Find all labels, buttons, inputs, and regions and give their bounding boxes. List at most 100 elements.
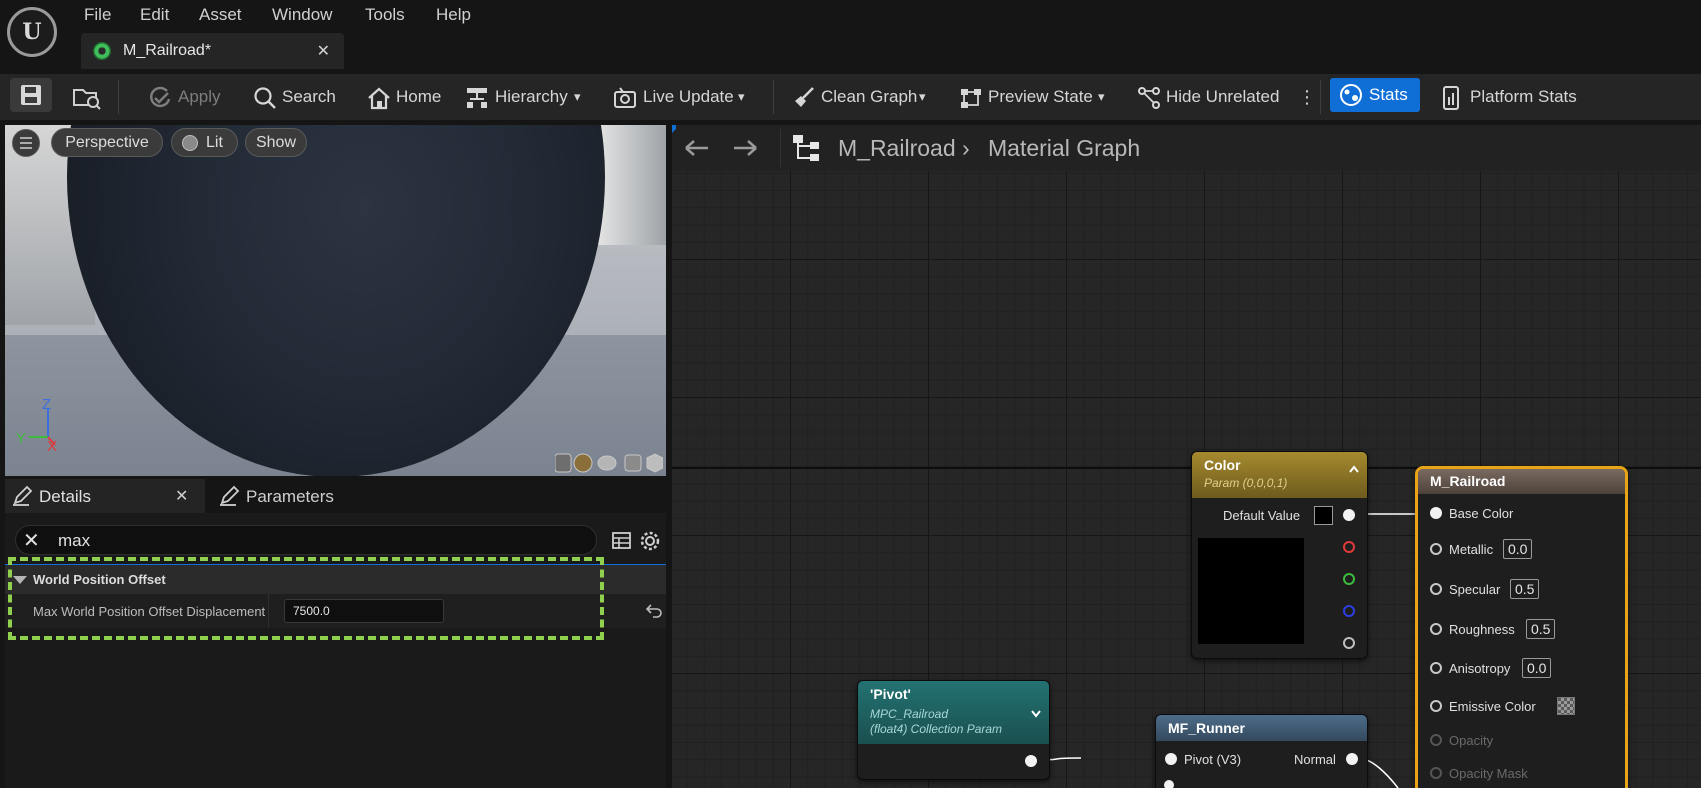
axis-z-label: Z (42, 396, 52, 413)
pin-roughness[interactable] (1430, 623, 1442, 635)
chevron-down-icon[interactable] (1029, 706, 1043, 720)
metallic-value[interactable]: 0.0 (1503, 539, 1533, 559)
pin-pivot-in[interactable] (1165, 753, 1177, 765)
preview-viewport[interactable]: Perspective Lit Show Z Y X (5, 125, 666, 476)
menu-window[interactable]: Window (272, 5, 332, 25)
document-tab-label: M_Railroad* (123, 42, 212, 59)
emissive-color-swatch[interactable] (1557, 697, 1575, 715)
pin-base-color[interactable] (1430, 507, 1442, 519)
color-node-subtitle: Param (0,0,0,1) (1204, 476, 1288, 490)
pin-g-out[interactable] (1343, 573, 1355, 585)
live-update-icon (614, 87, 636, 108)
toolbar-divider (118, 80, 119, 114)
pin-opacity-mask[interactable] (1430, 767, 1442, 779)
pin-specular[interactable] (1430, 583, 1442, 595)
pencil-icon (13, 485, 33, 506)
details-panel: ✕ max World Position Offset Max World Po… (5, 513, 666, 788)
menu-tools[interactable]: Tools (365, 5, 405, 25)
hide-unrelated-button[interactable]: Hide Unrelated (1136, 83, 1296, 111)
pivot-node-subtitle1: MPC_Railroad (870, 707, 949, 721)
menu-file[interactable]: File (84, 5, 111, 25)
more-vertical-icon: ⋮ (1298, 87, 1316, 107)
save-icon (21, 85, 41, 105)
stats-button[interactable]: Stats (1330, 78, 1420, 112)
platform-stats-button[interactable]: Platform Stats (1440, 83, 1620, 111)
menu-edit[interactable]: Edit (140, 5, 169, 25)
pin-a-out[interactable] (1343, 637, 1355, 649)
close-icon[interactable]: ✕ (175, 486, 188, 506)
toolbar-divider (1320, 80, 1321, 114)
pin-b-out[interactable] (1343, 605, 1355, 617)
details-search-input[interactable]: ✕ max (15, 525, 597, 555)
home-button[interactable]: Home (366, 83, 446, 111)
clean-graph-button[interactable]: Clean Graph ▾ (791, 83, 936, 111)
result-node-title: M_Railroad (1430, 473, 1506, 489)
pin-opacity[interactable] (1430, 734, 1442, 746)
hierarchy-label: Hierarchy (495, 87, 568, 106)
home-icon (368, 87, 390, 110)
browse-button[interactable] (72, 83, 102, 111)
live-update-button[interactable]: Live Update ▾ (612, 83, 757, 111)
apply-button[interactable]: Apply (147, 83, 237, 111)
save-button[interactable] (10, 78, 52, 112)
pin-emissive-color[interactable] (1430, 700, 1442, 712)
pin-opacity-label: Opacity (1449, 733, 1494, 748)
more-options-button[interactable]: ⋮ (1296, 83, 1316, 111)
tab-details[interactable]: Details ✕ (5, 479, 205, 513)
preview-state-label: Preview State (988, 87, 1093, 106)
unreal-logo-glyph: U (22, 19, 42, 45)
color-param-node[interactable]: Color Param (0,0,0,1) Default Value (1191, 451, 1368, 659)
close-icon[interactable]: ✕ (317, 41, 330, 61)
unreal-logo[interactable]: U (7, 7, 57, 57)
specular-value[interactable]: 0.5 (1510, 579, 1540, 599)
menu-bar: U File Edit Asset Window Tools Help M_Ra… (0, 0, 1701, 74)
tab-parameters-label: Parameters (246, 487, 334, 506)
pin-r-out[interactable] (1343, 541, 1355, 553)
tab-parameters[interactable]: Parameters (212, 479, 412, 513)
menu-asset[interactable]: Asset (199, 5, 242, 25)
hierarchy-button[interactable]: Hierarchy ▾ (464, 83, 594, 111)
axis-y-label: Y (16, 430, 27, 447)
pin-metallic[interactable] (1430, 543, 1442, 555)
lit-sphere-icon (182, 135, 198, 151)
max-wpo-displacement-input[interactable] (284, 599, 444, 623)
chevron-down-icon: ▾ (919, 89, 926, 104)
search-icon (254, 87, 276, 109)
preview-shape-buttons[interactable] (555, 452, 663, 474)
gear-icon[interactable] (639, 530, 661, 552)
pin-normal-out[interactable] (1346, 753, 1358, 765)
section-world-position-offset[interactable]: World Position Offset (5, 564, 666, 594)
show-button[interactable]: Show (245, 128, 307, 157)
material-result-node[interactable]: M_Railroad Base Color Metallic 0.0 Specu… (1415, 466, 1628, 788)
menu-help[interactable]: Help (436, 5, 471, 25)
pin-partial-in[interactable] (1164, 780, 1174, 788)
material-graph[interactable]: M_Railroad › Material Graph Color Param … (672, 125, 1701, 788)
pivot-collection-param-node[interactable]: 'Pivot' MPC_Railroad (float4) Collection… (857, 680, 1050, 780)
pin-roughness-label: Roughness (1449, 622, 1515, 637)
perspective-button[interactable]: Perspective (51, 128, 163, 157)
reset-to-default-icon[interactable] (645, 601, 663, 619)
platform-stats-label: Platform Stats (1470, 87, 1577, 106)
document-tab[interactable]: M_Railroad* ✕ (81, 33, 344, 69)
chevron-down-icon: ▾ (738, 89, 745, 104)
table-view-icon[interactable] (611, 530, 633, 552)
search-button[interactable]: Search (252, 83, 342, 111)
pin-pivot-out[interactable] (1025, 755, 1037, 767)
pin-anisotropy[interactable] (1430, 662, 1442, 674)
stats-label: Stats (1369, 85, 1408, 104)
hamburger-icon (20, 137, 32, 149)
pin-anisotropy-label: Anisotropy (1449, 661, 1511, 676)
pin-base-color-label: Base Color (1449, 506, 1514, 521)
section-title: World Position Offset (33, 572, 166, 587)
mf-runner-node[interactable]: MF_Runner Pivot (V3) Normal (1155, 714, 1368, 788)
anisotropy-value[interactable]: 0.0 (1522, 658, 1552, 678)
lit-button[interactable]: Lit (171, 128, 238, 157)
roughness-value[interactable]: 0.5 (1526, 619, 1556, 639)
clear-search-icon[interactable]: ✕ (23, 528, 40, 553)
pin-rgb-out[interactable] (1343, 509, 1355, 521)
default-value-swatch[interactable] (1314, 506, 1333, 525)
preview-state-button[interactable]: Preview State ▾ (958, 83, 1113, 111)
viewport-menu-button[interactable] (12, 129, 40, 157)
toolbar-divider (773, 80, 774, 114)
collapse-chevron-icon[interactable] (1347, 462, 1361, 476)
